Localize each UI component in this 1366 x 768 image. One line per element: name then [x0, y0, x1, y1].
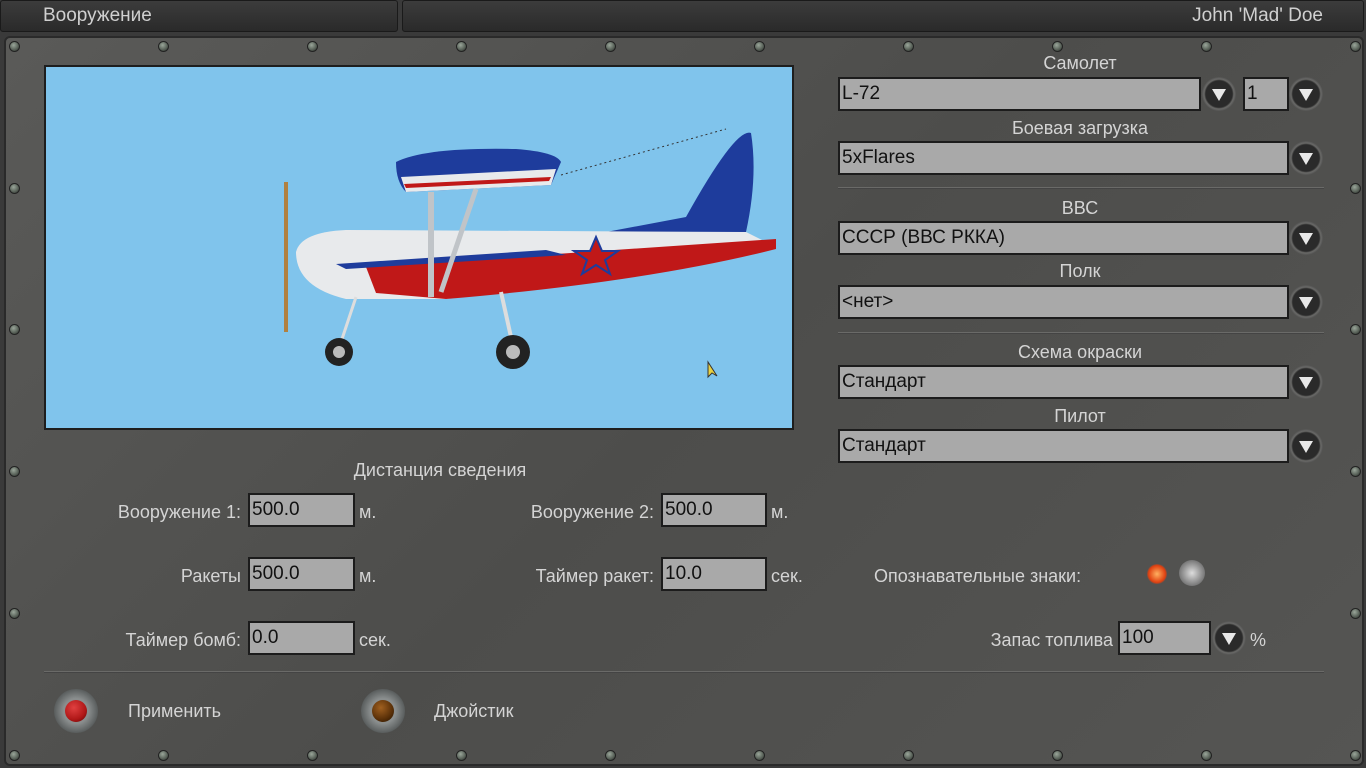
weapon1-input[interactable]: 500.0	[248, 493, 355, 527]
weapon2-input[interactable]: 500.0	[661, 493, 767, 527]
fuel-dropdown-button[interactable]	[1212, 621, 1246, 655]
divider	[44, 671, 1324, 673]
regiment-dropdown-button[interactable]	[1289, 285, 1323, 319]
airforce-dropdown-button[interactable]	[1289, 221, 1323, 255]
bomb-timer-label: Таймер бомб:	[125, 630, 241, 650]
screw-icon	[605, 750, 616, 761]
aircraft-dropdown-button[interactable]	[1202, 77, 1236, 111]
airforce-select[interactable]: СССР (ВВС РККА)	[838, 221, 1289, 255]
screw-icon	[158, 750, 169, 761]
screw-icon	[754, 41, 765, 52]
screw-icon	[9, 324, 20, 335]
weapon1-unit: м.	[359, 502, 377, 522]
airforce-label: ВВС	[1061, 198, 1099, 218]
aircraft-count-dropdown-button[interactable]	[1289, 77, 1323, 111]
rockets-input[interactable]: 500.0	[248, 557, 355, 591]
fuel-unit: %	[1250, 630, 1267, 650]
screw-icon	[1350, 41, 1361, 52]
regiment-label: Полк	[1059, 261, 1101, 281]
rockets-label: Ракеты	[180, 566, 241, 586]
screw-icon	[9, 466, 20, 477]
toggle-switch-icon	[1179, 560, 1205, 586]
screw-icon	[1350, 608, 1361, 619]
aircraft-select[interactable]: L-72	[838, 77, 1201, 111]
divider	[838, 187, 1324, 189]
rocket-timer-unit: сек.	[771, 566, 803, 586]
markings-toggle[interactable]	[1145, 560, 1207, 588]
screw-icon	[158, 41, 169, 52]
loadout-label: Боевая загрузка	[1011, 118, 1149, 138]
markings-label: Опознавательные знаки:	[874, 566, 1082, 586]
bomb-timer-unit: сек.	[359, 630, 391, 650]
screw-icon	[307, 750, 318, 761]
regiment-select[interactable]: <нет>	[838, 285, 1289, 319]
aircraft-image	[284, 128, 776, 379]
apply-label[interactable]: Применить	[128, 701, 221, 722]
apply-button[interactable]	[54, 689, 98, 733]
weapon2-unit: м.	[771, 502, 789, 522]
weapon1-label: Вооружение 1:	[117, 502, 241, 522]
screw-icon	[1350, 466, 1361, 477]
screw-icon	[605, 41, 616, 52]
aircraft-label: Самолет	[1043, 53, 1117, 73]
bomb-timer-input[interactable]: 0.0	[248, 621, 355, 655]
title-text: Вооружение	[43, 5, 152, 26]
fuel-select[interactable]: 100	[1118, 621, 1211, 655]
skin-dropdown-button[interactable]	[1289, 365, 1323, 399]
screw-icon	[1350, 183, 1361, 194]
pilot-dropdown-button[interactable]	[1289, 429, 1323, 463]
loadout-select[interactable]: 5xFlares	[838, 141, 1289, 175]
indicator-lamp-icon	[1147, 564, 1167, 584]
screw-icon	[1201, 41, 1212, 52]
aircraft-count-select[interactable]: 1	[1243, 77, 1289, 111]
aircraft-preview[interactable]	[44, 65, 794, 430]
skin-select[interactable]: Стандарт	[838, 365, 1289, 399]
joystick-button[interactable]	[361, 689, 405, 733]
screw-icon	[1052, 41, 1063, 52]
screw-icon	[456, 750, 467, 761]
rocket-timer-label: Таймер ракет:	[535, 566, 654, 586]
screw-icon	[9, 608, 20, 619]
pilot-label: Пилот	[1054, 406, 1106, 426]
screw-icon	[9, 183, 20, 194]
screw-icon	[903, 750, 914, 761]
pilot-select[interactable]: Стандарт	[838, 429, 1289, 463]
convergence-title: Дистанция сведения	[353, 460, 527, 480]
divider	[838, 332, 1324, 334]
loadout-dropdown-button[interactable]	[1289, 141, 1323, 175]
rockets-unit: м.	[359, 566, 377, 586]
screw-icon	[754, 750, 765, 761]
screw-icon	[1350, 324, 1361, 335]
screw-icon	[1201, 750, 1212, 761]
window-title: Вооружение	[0, 0, 398, 32]
screw-icon	[307, 41, 318, 52]
screw-icon	[1350, 750, 1361, 761]
user-name: John 'Mad' Doe	[1192, 5, 1323, 26]
user-bar: John 'Mad' Doe	[402, 0, 1364, 32]
weapon2-label: Вооружение 2:	[530, 502, 654, 522]
screw-icon	[9, 41, 20, 52]
screw-icon	[1052, 750, 1063, 761]
screw-icon	[9, 750, 20, 761]
skin-label: Схема окраски	[1017, 342, 1143, 362]
joystick-label[interactable]: Джойстик	[434, 701, 513, 722]
screw-icon	[903, 41, 914, 52]
fuel-label: Запас топлива	[990, 630, 1113, 650]
screw-icon	[456, 41, 467, 52]
rocket-timer-input[interactable]: 10.0	[661, 557, 767, 591]
